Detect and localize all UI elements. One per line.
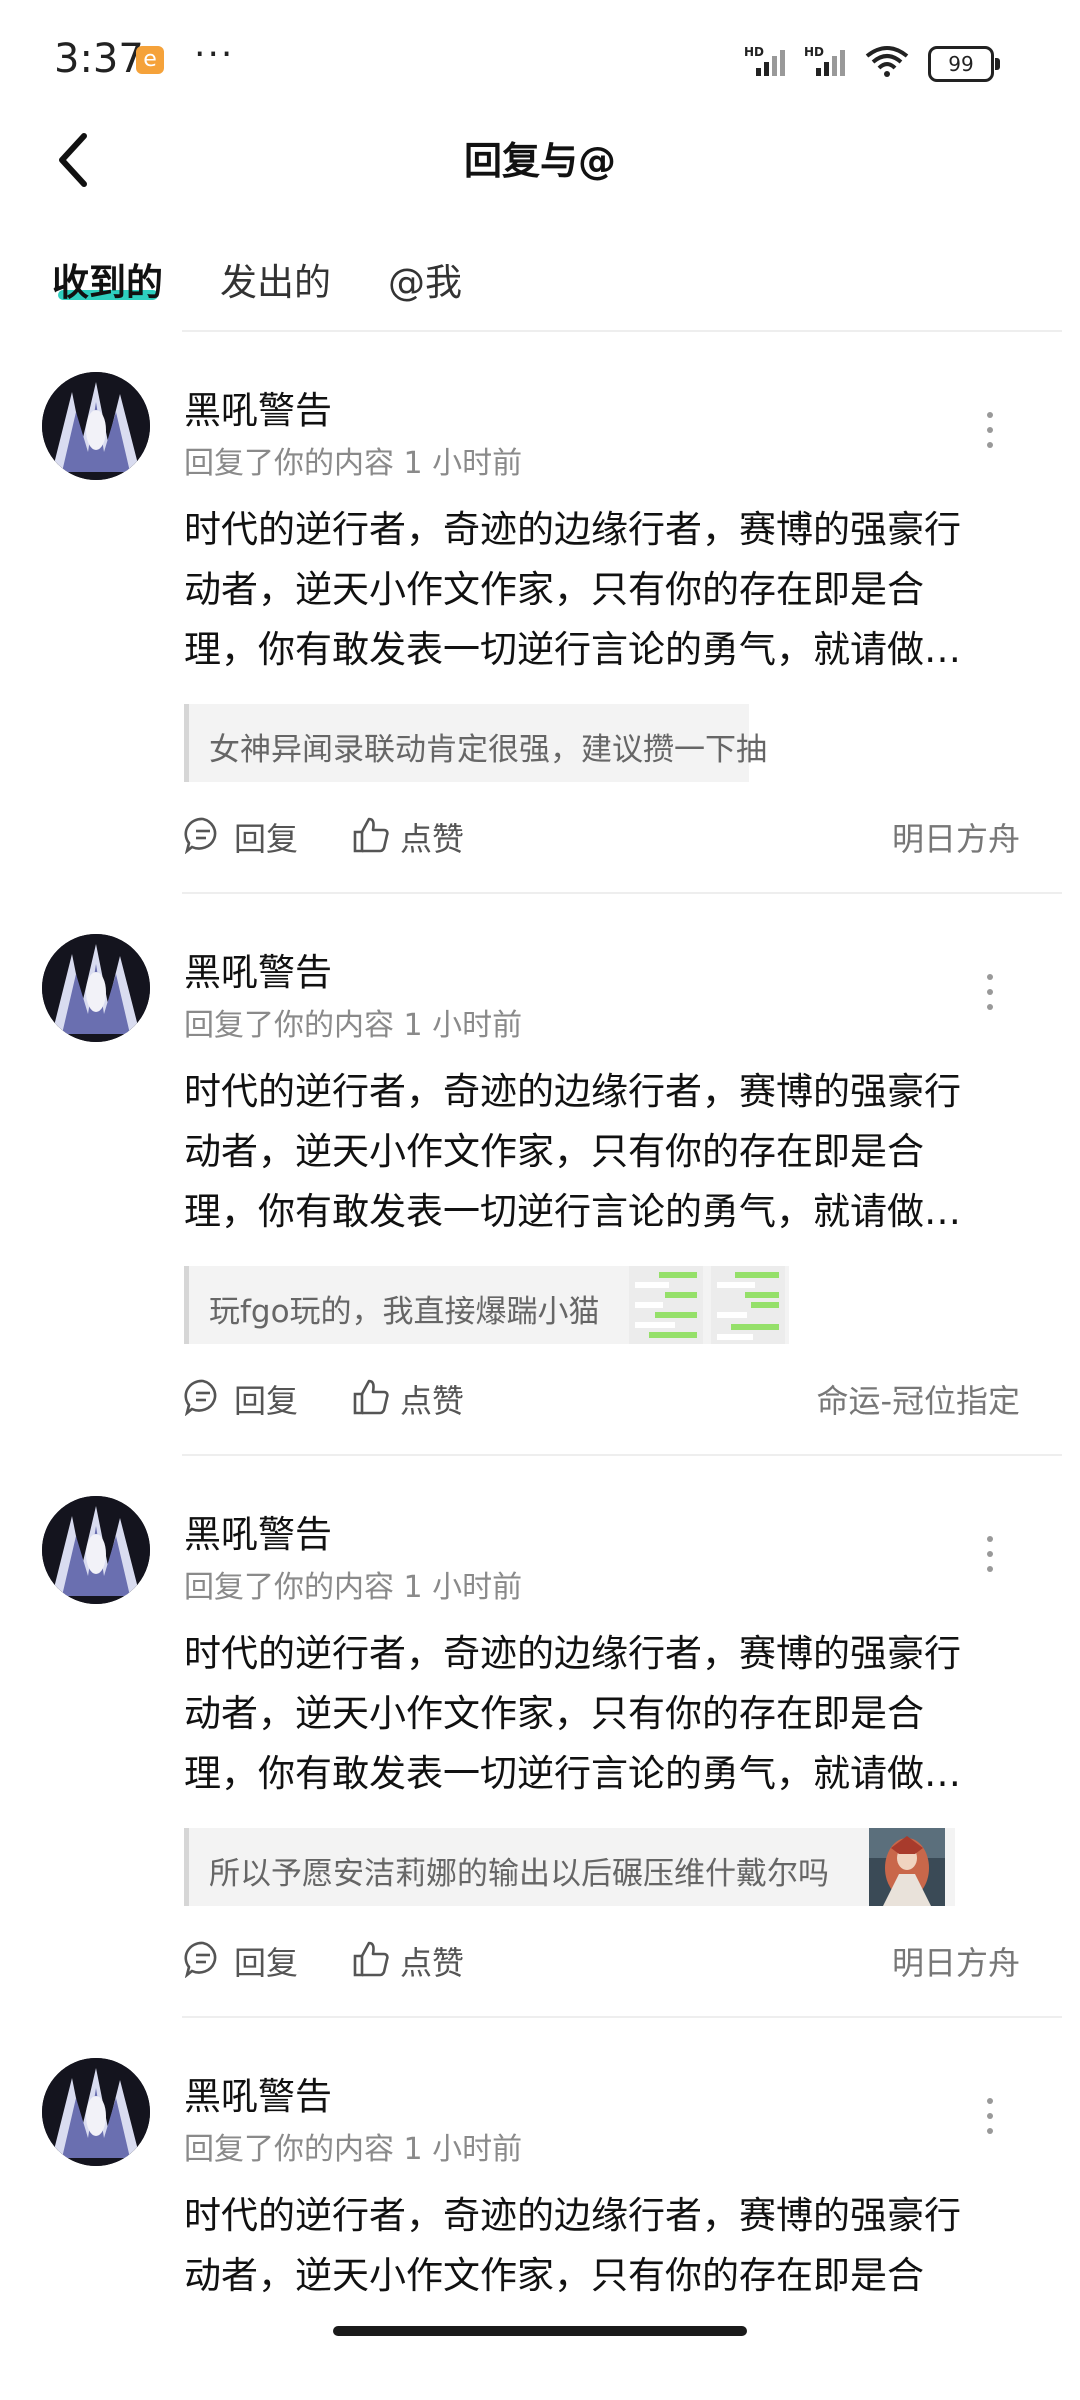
quoted-post[interactable]: 所以予愿安洁莉娜的输出以后碾压维什戴尔吗 [184, 1828, 955, 1906]
more-options-icon[interactable] [978, 2098, 1002, 2148]
reply-button[interactable]: 回复 [184, 1930, 304, 1986]
action-bar: 回复 点赞 明日方舟 [184, 806, 1020, 862]
list-item[interactable]: 黑吼警告 回复了你的内容 1 小时前 时代的逆行者，奇迹的边缘行者，赛博的强豪行… [0, 2018, 1080, 2318]
comment-icon [184, 817, 217, 854]
comment-icon [184, 1941, 217, 1978]
like-button[interactable]: 点赞 [352, 1368, 472, 1424]
avatar[interactable] [42, 372, 150, 480]
reply-button[interactable]: 回复 [184, 1368, 304, 1424]
chat-screenshot-thumbnail[interactable] [711, 1266, 785, 1344]
status-time: 3:37 [54, 36, 144, 82]
tab-sent[interactable]: 发出的 [220, 252, 331, 306]
quoted-text: 女神异闻录联动肯定很强，建议攒一下抽 [209, 732, 767, 768]
thumbs-up-icon [353, 817, 389, 853]
quoted-text: 所以予愿安洁莉娜的输出以后碾压维什戴尔吗 [209, 1856, 829, 1892]
avatar[interactable] [42, 1496, 150, 1604]
username[interactable]: 黑吼警告 [184, 1504, 332, 1558]
avatar[interactable] [42, 934, 150, 1042]
list-item[interactable]: 黑吼警告 回复了你的内容 1 小时前 时代的逆行者，奇迹的边缘行者，赛博的强豪行… [0, 332, 1080, 894]
signal-icon: HD [804, 45, 845, 76]
battery-indicator: 99 [928, 46, 1000, 82]
page-title: 回复与@ [463, 139, 616, 183]
list-item[interactable]: 黑吼警告 回复了你的内容 1 小时前 时代的逆行者，奇迹的边缘行者，赛博的强豪行… [0, 1456, 1080, 2018]
source-tag[interactable]: 明日方舟 [892, 814, 1020, 860]
reply-content[interactable]: 时代的逆行者，奇迹的边缘行者，赛博的强豪行 动者，逆天小作文作家，只有你的存在即… [184, 2186, 1014, 2306]
chat-screenshot-thumbnail[interactable] [629, 1266, 703, 1344]
more-options-icon[interactable] [978, 1536, 1002, 1586]
svg-text:HD: HD [804, 45, 824, 59]
action-bar: 回复 点赞 命运-冠位指定 [184, 1368, 1020, 1424]
more-options-icon[interactable] [978, 412, 1002, 462]
reply-content[interactable]: 时代的逆行者，奇迹的边缘行者，赛博的强豪行 动者，逆天小作文作家，只有你的存在即… [184, 1624, 1014, 1804]
more-notifications-icon: ··· [194, 34, 235, 75]
quoted-text: 玩fgo玩的，我直接爆踹小猫 [209, 1294, 600, 1330]
reply-content[interactable]: 时代的逆行者，奇迹的边缘行者，赛博的强豪行 动者，逆天小作文作家，只有你的存在即… [184, 500, 1014, 680]
more-options-icon[interactable] [978, 974, 1002, 1024]
comment-icon [184, 1379, 217, 1416]
home-indicator[interactable] [333, 2326, 747, 2336]
username[interactable]: 黑吼警告 [184, 2066, 332, 2120]
signal-icon: HD [744, 45, 785, 76]
wifi-icon [865, 46, 909, 77]
reply-meta: 回复了你的内容 1 小时前 [184, 2132, 523, 2167]
reply-content[interactable]: 时代的逆行者，奇迹的边缘行者，赛博的强豪行 动者，逆天小作文作家，只有你的存在即… [184, 1062, 1014, 1242]
username[interactable]: 黑吼警告 [184, 380, 332, 434]
quoted-post[interactable]: 玩fgo玩的，我直接爆踹小猫 [184, 1266, 789, 1344]
thumbs-up-icon [353, 1941, 389, 1977]
tab-received[interactable]: 收到的 [52, 252, 163, 306]
reply-meta: 回复了你的内容 1 小时前 [184, 1008, 523, 1043]
quoted-post[interactable]: 女神异闻录联动肯定很强，建议攒一下抽 [184, 704, 767, 782]
header: 回复与@ [0, 120, 1080, 200]
source-tag[interactable]: 命运-冠位指定 [816, 1376, 1020, 1422]
status-bar: 3:37 e ··· HD HD 99 [0, 0, 1080, 120]
svg-text:HD: HD [744, 45, 764, 59]
reply-meta: 回复了你的内容 1 小时前 [184, 1570, 523, 1605]
character-art-thumbnail[interactable] [869, 1828, 945, 1906]
thumbs-up-icon [353, 1379, 389, 1415]
app-notification-icon: e [136, 46, 164, 74]
source-tag[interactable]: 明日方舟 [892, 1938, 1020, 1984]
reply-button[interactable]: 回复 [184, 806, 304, 862]
username[interactable]: 黑吼警告 [184, 942, 332, 996]
like-button[interactable]: 点赞 [352, 806, 472, 862]
reply-meta: 回复了你的内容 1 小时前 [184, 446, 523, 481]
list-item[interactable]: 黑吼警告 回复了你的内容 1 小时前 时代的逆行者，奇迹的边缘行者，赛博的强豪行… [0, 894, 1080, 1456]
avatar[interactable] [42, 2058, 150, 2166]
reply-list: 黑吼警告 回复了你的内容 1 小时前 时代的逆行者，奇迹的边缘行者，赛博的强豪行… [0, 332, 1080, 2318]
action-bar: 回复 点赞 明日方舟 [184, 1930, 1020, 1986]
tab-mentions[interactable]: @我 [388, 252, 462, 306]
tab-bar: 收到的 发出的 @我 [0, 240, 1080, 330]
like-button[interactable]: 点赞 [352, 1930, 472, 1986]
